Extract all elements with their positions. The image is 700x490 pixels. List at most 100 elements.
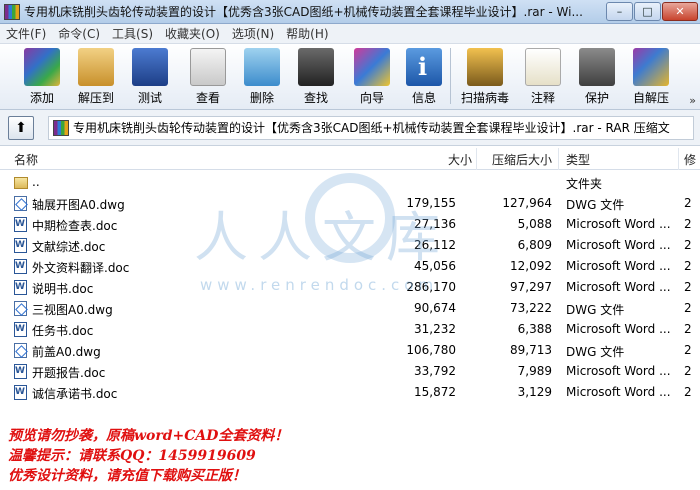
file-row[interactable]: 前盖A0.dwg 106,780 89,713 DWG 文件 2 xyxy=(0,340,700,361)
file-row[interactable]: 三视图A0.dwg 90,674 73,222 DWG 文件 2 xyxy=(0,298,700,319)
protect-button[interactable]: 保护 xyxy=(575,44,619,106)
winrar-app-icon xyxy=(4,3,20,20)
file-row[interactable]: 文献综述.doc 26,112 6,809 Microsoft Word ... 2 xyxy=(0,235,700,256)
file-row[interactable]: 开题报告.doc 33,792 7,989 Microsoft Word ... 2 xyxy=(0,361,700,382)
file-packed-size: 127,964 xyxy=(502,196,552,210)
find-button[interactable]: 查找 xyxy=(294,44,338,106)
path-text: 专用机床铣削头齿轮传动装置的设计【优秀含3张CAD图纸+机械传动装置全套课程毕业… xyxy=(73,121,670,135)
file-type: Microsoft Word ... xyxy=(566,322,671,336)
window-title: 专用机床铣削头齿轮传动装置的设计【优秀含3张CAD图纸+机械传动装置全套课程毕业… xyxy=(24,5,583,19)
sfx-button[interactable]: 自解压 xyxy=(629,44,673,106)
file-modified: 2 xyxy=(684,217,692,231)
column-type[interactable]: 类型 xyxy=(566,151,590,168)
path-field[interactable]: 专用机床铣削头齿轮传动装置的设计【优秀含3张CAD图纸+机械传动装置全套课程毕业… xyxy=(48,115,694,140)
menu-help[interactable]: 帮助(H) xyxy=(280,25,334,42)
column-modified[interactable]: 修 xyxy=(684,151,696,168)
file-row[interactable]: 轴展开图A0.dwg 179,155 127,964 DWG 文件 2 xyxy=(0,193,700,214)
column-packed[interactable]: 压缩后大小 xyxy=(492,151,552,168)
delete-label: 删除 xyxy=(249,91,274,105)
notice-line-2: 温馨提示：请联系QQ：1459919609 xyxy=(8,448,256,464)
test-label: 测试 xyxy=(137,91,162,105)
file-size: 90,674 xyxy=(414,301,456,315)
scan-virus-button[interactable]: 扫描病毒 xyxy=(455,44,515,106)
toolbar-separator xyxy=(450,48,451,104)
column-divider xyxy=(558,148,559,170)
delete-icon xyxy=(244,48,280,86)
sfx-label: 自解压 xyxy=(632,91,669,105)
view-button[interactable]: 查看 xyxy=(186,44,230,106)
file-name: 诚信承诺书.doc xyxy=(32,387,118,401)
file-packed-size: 73,222 xyxy=(510,301,552,315)
file-type: Microsoft Word ... xyxy=(566,280,671,294)
file-name: .. xyxy=(32,175,40,189)
dwg-file-icon xyxy=(14,301,27,316)
minimize-button[interactable]: – xyxy=(606,1,633,21)
up-folder-button[interactable]: ⬆ xyxy=(8,115,34,140)
file-modified: 2 xyxy=(684,385,692,399)
file-size: 31,232 xyxy=(414,322,456,336)
test-button[interactable]: 测试 xyxy=(128,44,172,106)
word-doc-icon xyxy=(14,364,27,379)
extract-to-button[interactable]: 解压到 xyxy=(74,44,118,106)
file-modified: 2 xyxy=(684,196,692,210)
info-button[interactable]: 信息 xyxy=(402,44,446,106)
protect-label: 保护 xyxy=(584,91,609,105)
test-icon xyxy=(132,48,168,86)
file-packed-size: 6,388 xyxy=(517,322,552,336)
file-row[interactable]: .. 文件夹 xyxy=(0,172,700,193)
file-row[interactable]: 外文资料翻译.doc 45,056 12,092 Microsoft Word ...… xyxy=(0,256,700,277)
file-packed-size: 6,809 xyxy=(517,238,552,252)
file-packed-size: 89,713 xyxy=(510,343,552,357)
column-name[interactable]: 名称 xyxy=(14,151,38,168)
dwg-file-icon xyxy=(14,343,27,358)
file-packed-size: 7,989 xyxy=(517,364,552,378)
menu-file[interactable]: 文件(F) xyxy=(0,25,52,42)
file-type: DWG 文件 xyxy=(566,345,625,359)
file-row[interactable]: 任务书.doc 31,232 6,388 Microsoft Word ... 2 xyxy=(0,319,700,340)
toolbar-overflow-button[interactable]: » xyxy=(689,94,696,107)
file-type: Microsoft Word ... xyxy=(566,385,671,399)
file-type: DWG 文件 xyxy=(566,198,625,212)
menu-commands[interactable]: 命令(C) xyxy=(52,25,106,42)
close-button[interactable]: ✕ xyxy=(662,1,698,21)
file-size: 15,872 xyxy=(414,385,456,399)
file-modified: 2 xyxy=(684,238,692,252)
file-row[interactable]: 中期检查表.doc 27,136 5,088 Microsoft Word ... 2 xyxy=(0,214,700,235)
file-name: 任务书.doc xyxy=(32,324,94,338)
menu-options[interactable]: 选项(N) xyxy=(226,25,280,42)
menu-tools[interactable]: 工具(S) xyxy=(106,25,159,42)
file-type: Microsoft Word ... xyxy=(566,259,671,273)
shield-icon xyxy=(579,48,615,86)
delete-button[interactable]: 删除 xyxy=(240,44,284,106)
file-modified: 2 xyxy=(684,343,692,357)
comment-label: 注释 xyxy=(530,91,555,105)
file-size: 106,780 xyxy=(406,343,456,357)
comment-button[interactable]: 注释 xyxy=(521,44,565,106)
file-modified: 2 xyxy=(684,322,692,336)
file-type: Microsoft Word ... xyxy=(566,238,671,252)
file-row[interactable]: 说明书.doc 286,170 97,297 Microsoft Word ... 2 xyxy=(0,277,700,298)
file-name: 中期检查表.doc xyxy=(32,219,118,233)
maximize-button[interactable]: □ xyxy=(634,1,661,21)
address-bar: ⬆ 专用机床铣削头齿轮传动装置的设计【优秀含3张CAD图纸+机械传动装置全套课程… xyxy=(0,110,700,146)
scan-virus-icon xyxy=(467,48,503,86)
add-button[interactable]: 添加 xyxy=(20,44,64,106)
file-name: 前盖A0.dwg xyxy=(32,345,101,359)
add-archive-icon xyxy=(24,48,60,86)
wizard-button[interactable]: 向导 xyxy=(350,44,394,106)
file-size: 26,112 xyxy=(414,238,456,252)
binoculars-icon xyxy=(298,48,334,86)
notice-line-1: 预览请勿抄袭，原稿word+CAD全套资料！ xyxy=(8,428,289,444)
view-icon xyxy=(190,48,226,86)
menu-favorites[interactable]: 收藏夹(O) xyxy=(159,25,226,42)
scan-virus-label: 扫描病毒 xyxy=(460,91,509,105)
file-size: 45,056 xyxy=(414,259,456,273)
column-size[interactable]: 大小 xyxy=(448,151,472,168)
file-modified: 2 xyxy=(684,364,692,378)
file-packed-size: 3,129 xyxy=(517,385,552,399)
add-label: 添加 xyxy=(29,91,54,105)
folder-icon xyxy=(14,177,28,189)
file-packed-size: 97,297 xyxy=(510,280,552,294)
file-row[interactable]: 诚信承诺书.doc 15,872 3,129 Microsoft Word ... 2 xyxy=(0,382,700,403)
file-name: 说明书.doc xyxy=(32,282,94,296)
